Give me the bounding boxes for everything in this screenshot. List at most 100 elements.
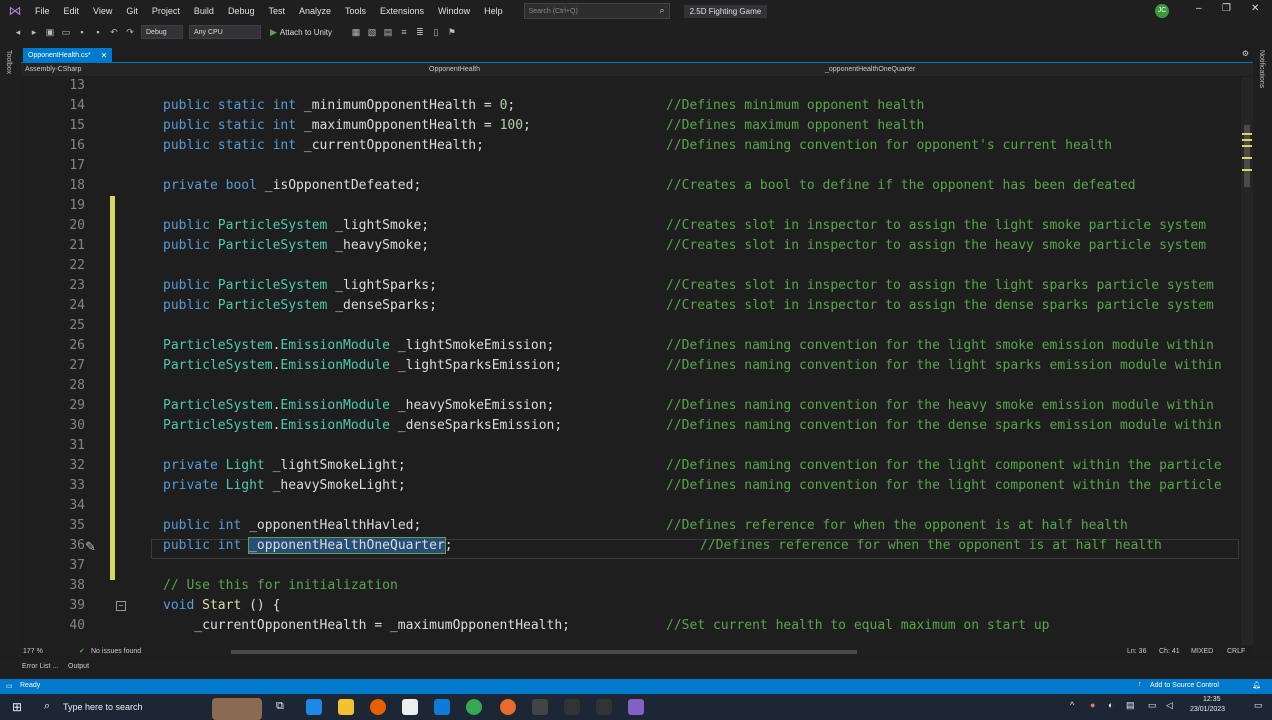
edge-icon[interactable] bbox=[306, 699, 322, 715]
code-text: () { bbox=[241, 598, 281, 613]
code-line: public ParticleSystem _lightSparks; bbox=[163, 278, 437, 293]
horizontal-scroll-thumb[interactable] bbox=[231, 650, 857, 654]
mail-icon[interactable] bbox=[434, 699, 450, 715]
config-select[interactable]: Debug bbox=[141, 25, 183, 39]
bookmark-icon[interactable]: ⚑ bbox=[446, 27, 458, 38]
tab-error-list[interactable]: Error List ... bbox=[22, 663, 58, 670]
code-type: ParticleSystem bbox=[217, 238, 328, 253]
member-dropdown[interactable]: _opponentHealthOneQuarter bbox=[825, 64, 915, 74]
visual-studio-taskbar-icon[interactable] bbox=[628, 699, 644, 715]
line-number: 20 bbox=[69, 218, 85, 233]
menu-debug[interactable]: Debug bbox=[221, 6, 262, 16]
class-dropdown[interactable]: OpponentHealth bbox=[429, 64, 480, 74]
taskbar-search-icon[interactable]: ⌕ bbox=[44, 700, 50, 713]
toolbar-tool-icon[interactable]: ≣ bbox=[414, 27, 426, 38]
restore-icon[interactable]: ❐ bbox=[1222, 3, 1231, 14]
tray-app-icon[interactable]: ▤ bbox=[1126, 700, 1135, 711]
code-editor[interactable]: 13 14 15 16 17 18 19 20 21 22 23 24 25 2… bbox=[21, 77, 1241, 645]
code-line: ParticleSystem.EmissionModule _denseSpar… bbox=[163, 418, 562, 433]
taskbar-date[interactable]: 23/01/2023 bbox=[1190, 706, 1225, 713]
network-icon[interactable]: ▭ bbox=[1148, 700, 1157, 711]
toolbar-tool-icon[interactable]: ▦ bbox=[350, 27, 362, 38]
tray-app-icon[interactable]: ● bbox=[1090, 700, 1095, 710]
menu-view[interactable]: View bbox=[86, 6, 119, 16]
whitespace-indicator[interactable]: MIXED bbox=[1191, 648, 1213, 655]
zoom-level[interactable]: 177 % bbox=[23, 648, 43, 655]
menu-edit[interactable]: Edit bbox=[57, 6, 87, 16]
menu-file[interactable]: File bbox=[28, 6, 57, 16]
volume-icon[interactable]: ◁ bbox=[1166, 700, 1173, 711]
app-icon[interactable] bbox=[500, 699, 516, 715]
check-icon: ✔ bbox=[79, 648, 85, 655]
menu-build[interactable]: Build bbox=[187, 6, 221, 16]
unity-icon[interactable] bbox=[564, 699, 580, 715]
toolbox-tab[interactable]: Toolbox bbox=[5, 50, 12, 74]
tab-opponenthealth[interactable]: OpponentHealth.cs* ✕ bbox=[23, 48, 113, 62]
save-icon[interactable]: ▪ bbox=[76, 27, 88, 37]
line-number: 26 bbox=[69, 338, 85, 353]
menu-git[interactable]: Git bbox=[119, 6, 145, 16]
selected-identifier[interactable]: _opponentHealthOneQuarter bbox=[248, 537, 446, 554]
visual-studio-logo-icon[interactable]: ⋈ bbox=[8, 4, 22, 18]
windows-start-icon[interactable]: ⊞ bbox=[12, 700, 22, 714]
tray-app-icon[interactable]: ◐ bbox=[1108, 700, 1113, 710]
chrome-icon[interactable] bbox=[466, 699, 482, 715]
platform-select[interactable]: Any CPU bbox=[189, 25, 261, 39]
code-text: ; bbox=[444, 538, 453, 553]
toolbar-tool-icon[interactable]: ▤ bbox=[382, 27, 394, 38]
add-to-source-control-button[interactable]: Add to Source Control bbox=[1150, 682, 1219, 689]
toolbar-tool-icon[interactable]: ▧ bbox=[366, 27, 378, 38]
save-all-icon[interactable]: ▪ bbox=[92, 27, 104, 37]
tab-overflow-icon[interactable]: ⚙ bbox=[1242, 49, 1249, 58]
project-dropdown[interactable]: Assembly-CSharp bbox=[25, 64, 81, 74]
unity-hub-icon[interactable] bbox=[596, 699, 612, 715]
change-marker bbox=[1242, 133, 1252, 135]
menu-tools[interactable]: Tools bbox=[338, 6, 373, 16]
back-icon[interactable]: ◂ bbox=[12, 27, 24, 38]
line-number: 37 bbox=[69, 558, 85, 573]
search-placeholder: Search (Ctrl+Q) bbox=[528, 7, 578, 15]
tab-output[interactable]: Output bbox=[68, 663, 89, 670]
app-icon[interactable] bbox=[532, 699, 548, 715]
code-line: private bool _isOpponentDefeated; bbox=[163, 178, 421, 193]
vertical-scrollbar[interactable] bbox=[1241, 77, 1253, 645]
minimize-icon[interactable]: – bbox=[1196, 3, 1202, 14]
member-name: _opponentHealthOneQuarter bbox=[825, 65, 916, 73]
code-type: Light bbox=[225, 478, 265, 493]
notification-bell-icon[interactable]: 🔔︎ bbox=[1252, 681, 1261, 689]
toolbar-tool-icon[interactable]: ≡ bbox=[398, 27, 410, 37]
task-view-icon[interactable]: ⧉ bbox=[276, 700, 284, 713]
new-file-icon[interactable]: ▣ bbox=[44, 27, 56, 38]
firefox-icon[interactable] bbox=[370, 699, 386, 715]
taskbar-time[interactable]: 12:35 bbox=[1203, 696, 1221, 703]
open-icon[interactable]: ▭ bbox=[60, 27, 72, 38]
issues-status[interactable]: No issues found bbox=[91, 648, 141, 655]
line-number: 36 bbox=[69, 538, 85, 553]
menu-window[interactable]: Window bbox=[431, 6, 477, 16]
search-input[interactable]: Search (Ctrl+Q) ⌕ bbox=[523, 3, 670, 19]
quick-actions-icon[interactable]: ✎ bbox=[85, 539, 96, 555]
menu-extensions[interactable]: Extensions bbox=[373, 6, 431, 16]
notifications-tab[interactable]: Notifications bbox=[1258, 50, 1265, 88]
line-ending-indicator[interactable]: CRLF bbox=[1227, 648, 1245, 655]
attach-to-unity-button[interactable]: ▶ Attach to Unity bbox=[270, 27, 332, 38]
toolbar-tool-icon[interactable]: ▯ bbox=[430, 27, 442, 38]
avatar[interactable]: JC bbox=[1155, 4, 1169, 18]
redo-icon[interactable]: ↷ bbox=[124, 27, 136, 38]
close-icon[interactable]: ✕ bbox=[1251, 3, 1259, 14]
menu-test[interactable]: Test bbox=[261, 6, 292, 16]
taskbar-search-input[interactable]: Type here to search bbox=[63, 702, 143, 712]
forward-icon[interactable]: ▸ bbox=[28, 27, 40, 38]
notification-center-icon[interactable]: ▭ bbox=[1254, 700, 1263, 711]
store-icon[interactable] bbox=[402, 699, 418, 715]
search-icon[interactable]: ⌕ bbox=[660, 5, 665, 16]
menu-analyze[interactable]: Analyze bbox=[292, 6, 338, 16]
undo-icon[interactable]: ↶ bbox=[108, 27, 120, 38]
tray-chevron-icon[interactable]: ^ bbox=[1070, 700, 1074, 710]
collapse-icon[interactable]: − bbox=[116, 601, 126, 611]
code-keyword: void bbox=[163, 598, 195, 613]
tab-close-icon[interactable]: ✕ bbox=[101, 51, 108, 60]
file-explorer-icon[interactable] bbox=[338, 699, 354, 715]
menu-project[interactable]: Project bbox=[145, 6, 187, 16]
menu-help[interactable]: Help bbox=[477, 6, 510, 16]
